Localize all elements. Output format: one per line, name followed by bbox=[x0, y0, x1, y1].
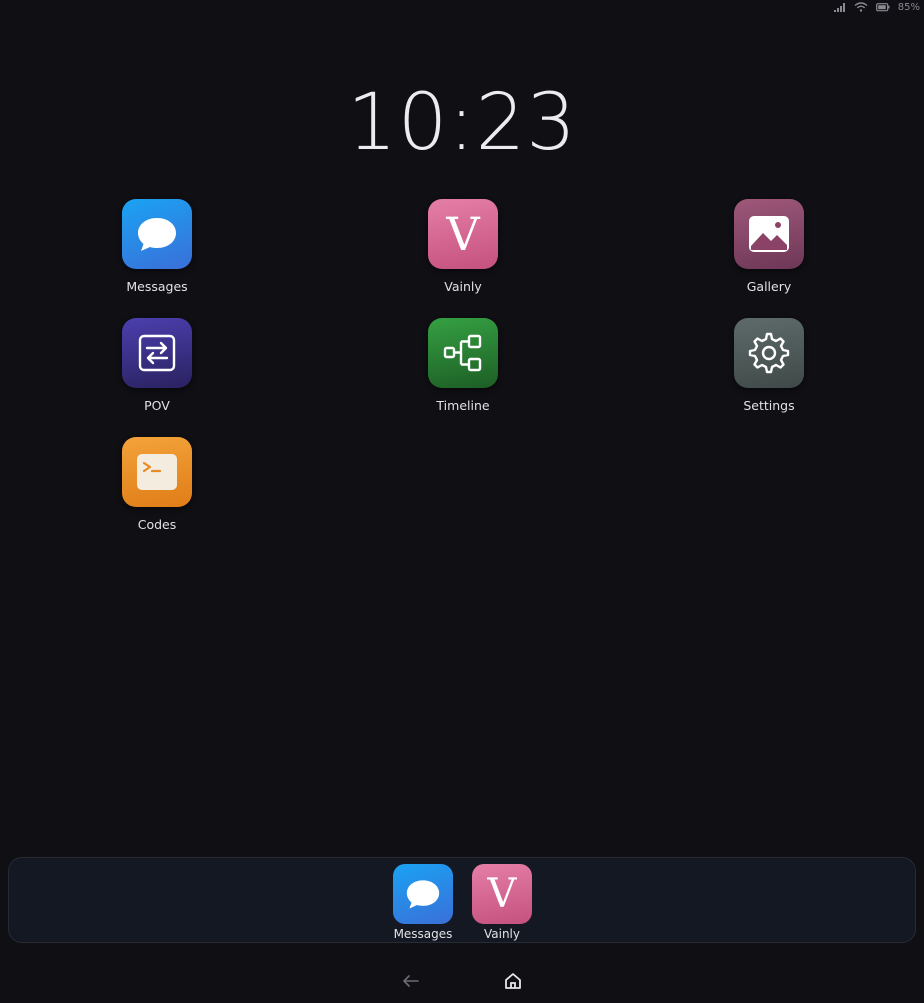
signal-icon bbox=[833, 2, 846, 12]
home-button[interactable] bbox=[497, 965, 529, 997]
timeline-app-icon[interactable] bbox=[428, 318, 498, 388]
app-label: POV bbox=[144, 398, 170, 413]
app-label: Gallery bbox=[746, 279, 792, 294]
wifi-icon bbox=[854, 2, 868, 12]
pov-app-icon[interactable] bbox=[122, 318, 192, 388]
dock-item-messages[interactable]: Messages bbox=[383, 864, 463, 941]
gear-icon bbox=[748, 332, 790, 374]
app-pov[interactable]: POV bbox=[97, 318, 217, 413]
terminal-icon bbox=[137, 454, 177, 490]
app-vainly[interactable]: V Vainly bbox=[403, 199, 523, 294]
messages-app-icon[interactable] bbox=[393, 864, 453, 924]
app-settings[interactable]: Settings bbox=[709, 318, 829, 413]
app-codes[interactable]: Codes bbox=[97, 437, 217, 532]
app-gallery[interactable]: Gallery bbox=[709, 199, 829, 294]
app-label: Settings bbox=[743, 398, 795, 413]
letter-v-icon: V bbox=[446, 207, 480, 261]
clock: 10:23 bbox=[347, 78, 577, 168]
back-arrow-icon bbox=[403, 974, 419, 987]
messages-app-icon[interactable] bbox=[122, 199, 192, 269]
app-timeline[interactable]: Timeline bbox=[403, 318, 523, 413]
app-label: Codes bbox=[137, 517, 177, 532]
dock-label: Vainly bbox=[483, 927, 520, 941]
swap-arrows-icon bbox=[138, 334, 176, 372]
app-label: Messages bbox=[126, 279, 188, 294]
dock-item-vainly[interactable]: V Vainly bbox=[462, 864, 542, 941]
vainly-app-icon[interactable]: V bbox=[428, 199, 498, 269]
status-bar: 85% bbox=[833, 0, 924, 14]
chat-bubble-icon bbox=[406, 880, 440, 909]
letter-v-icon: V bbox=[487, 871, 517, 917]
battery-percent: 85% bbox=[897, 1, 920, 13]
back-button[interactable] bbox=[395, 965, 427, 997]
settings-app-icon[interactable] bbox=[734, 318, 804, 388]
battery-icon bbox=[875, 2, 890, 12]
dock-label: Messages bbox=[393, 927, 453, 941]
vainly-app-icon[interactable]: V bbox=[472, 864, 532, 924]
chat-bubble-icon bbox=[138, 218, 176, 251]
gallery-app-icon[interactable] bbox=[734, 199, 804, 269]
app-label: Timeline bbox=[436, 398, 490, 413]
flow-nodes-icon bbox=[443, 334, 482, 372]
navigation-bar bbox=[0, 958, 924, 1003]
codes-app-icon[interactable] bbox=[122, 437, 192, 507]
app-messages[interactable]: Messages bbox=[97, 199, 217, 294]
image-icon bbox=[749, 216, 789, 252]
dock: Messages V Vainly bbox=[8, 857, 916, 943]
app-label: Vainly bbox=[444, 279, 482, 294]
home-icon bbox=[505, 972, 521, 989]
